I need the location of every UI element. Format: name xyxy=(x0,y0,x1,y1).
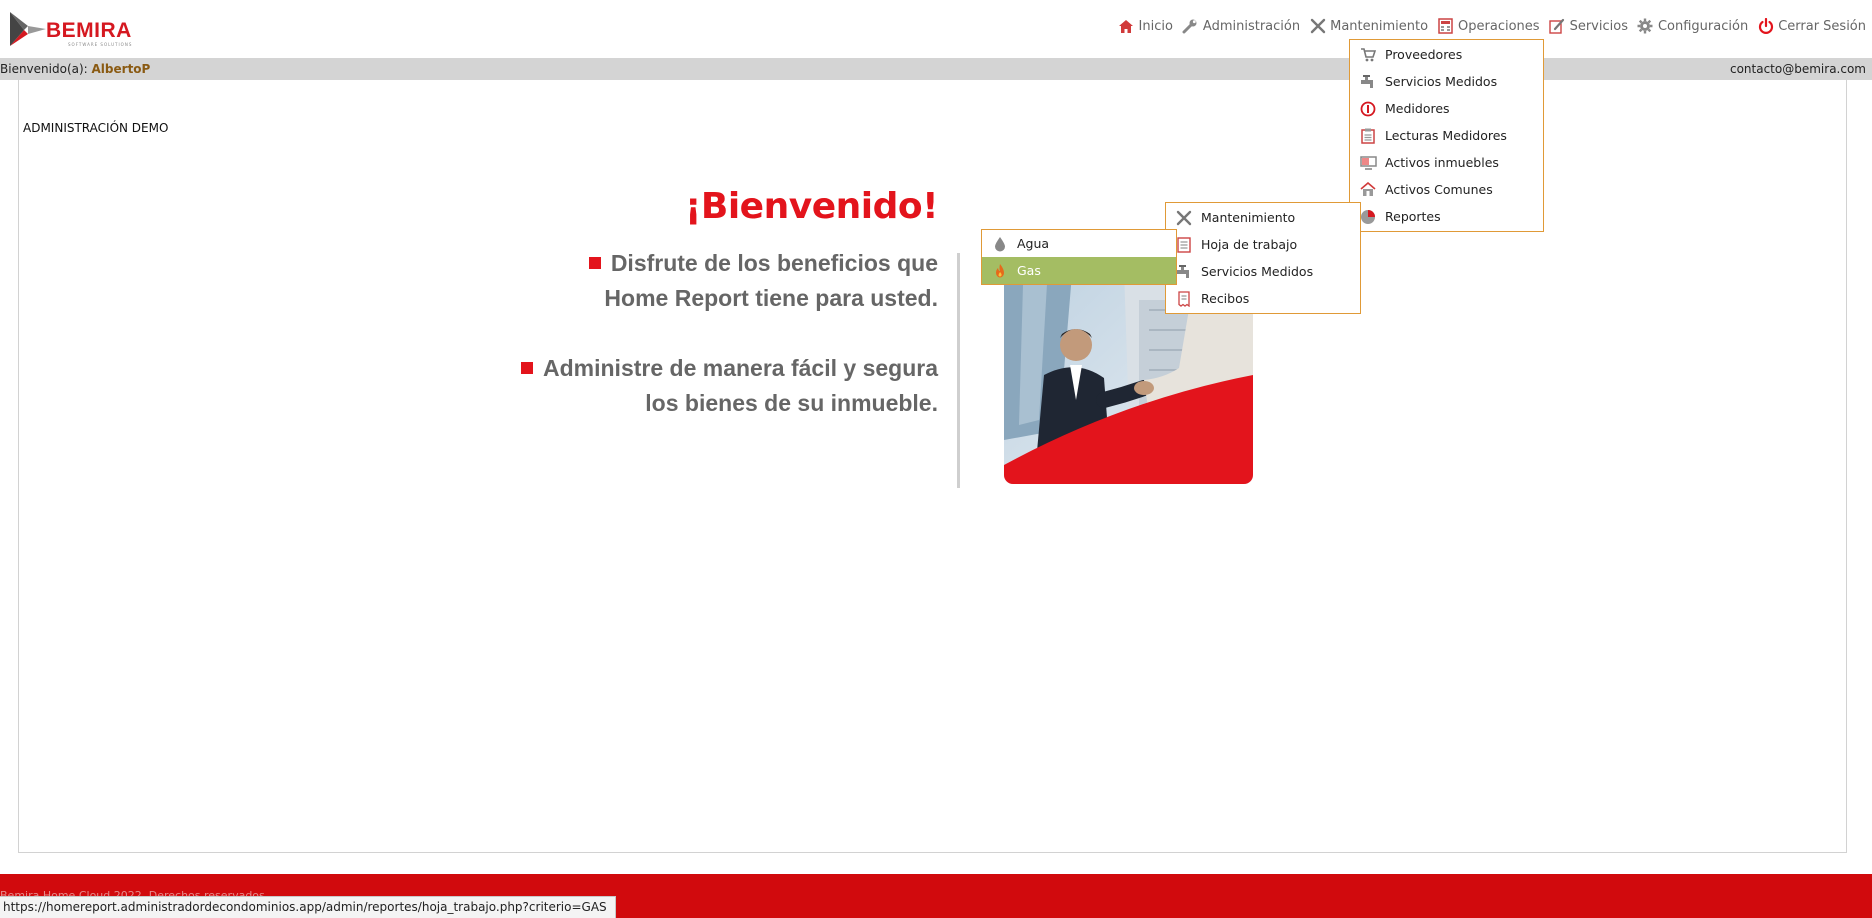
mantenimiento-dropdown: Proveedores Servicios Medidos Medidores … xyxy=(1349,39,1544,232)
gear-icon xyxy=(1637,18,1654,35)
top-navigation: Inicio Administración Mantenimiento Oper… xyxy=(1109,15,1866,37)
bemira-star-icon xyxy=(10,12,46,46)
nav-label: Mantenimiento xyxy=(1330,18,1429,34)
contact-email[interactable]: contacto@bemira.com xyxy=(1730,58,1866,80)
menu-item-proveedores[interactable]: Proveedores xyxy=(1350,41,1543,68)
nav-mantenimiento[interactable]: Mantenimiento xyxy=(1309,18,1428,35)
wrench-icon xyxy=(1182,18,1199,35)
benefit-1-line-2: Home Report tiene para usted. xyxy=(604,285,938,311)
nav-label: Servicios xyxy=(1569,18,1628,34)
benefit-2-line-2: los bienes de su inmueble. xyxy=(645,390,938,416)
nav-label: Configuración xyxy=(1657,18,1749,34)
cart-icon xyxy=(1359,46,1377,64)
nav-operaciones[interactable]: Operaciones xyxy=(1437,18,1540,35)
clipboard-icon xyxy=(1359,127,1377,145)
welcome-bar: Bienvenido(a): AlbertoP contacto@bemira.… xyxy=(0,58,1872,80)
tools-icon xyxy=(1309,18,1326,35)
nav-administracion[interactable]: Administración xyxy=(1182,18,1300,35)
water-drop-icon xyxy=(991,235,1009,253)
brand-name: BEMIRA xyxy=(46,19,132,42)
welcome-prefix: Bienvenido(a): xyxy=(0,62,92,76)
submenu-item-label: Agua xyxy=(1017,236,1050,251)
bullet-square xyxy=(521,362,533,374)
submenu-item-recibos[interactable]: Recibos xyxy=(1166,285,1360,312)
menu-item-label: Servicios Medidos xyxy=(1385,74,1498,89)
benefit-2-line-1: Administre de manera fácil y segura xyxy=(543,355,938,381)
brand-tagline: SOFTWARE SOLUTIONS xyxy=(68,42,133,47)
vertical-divider xyxy=(957,253,960,488)
meter-icon xyxy=(1359,100,1377,118)
submenu-item-gas[interactable]: Gas xyxy=(982,257,1176,284)
admin-label: ADMINISTRACIÓN DEMO xyxy=(23,121,169,135)
bemira-logo[interactable]: BEMIRA SOFTWARE SOLUTIONS xyxy=(6,10,136,47)
menu-item-label: Reportes xyxy=(1385,209,1441,224)
submenu-item-label: Recibos xyxy=(1201,291,1250,306)
benefit-2: Administre de manera fácil y segura los … xyxy=(521,351,938,421)
bullet-square xyxy=(588,257,601,269)
nav-inicio[interactable]: Inicio xyxy=(1118,18,1173,35)
house-icon xyxy=(1359,181,1377,199)
submenu-item-mantenimiento[interactable]: Mantenimiento xyxy=(1166,204,1360,231)
nav-servicios[interactable]: Servicios xyxy=(1549,18,1628,35)
menu-item-medidores[interactable]: Medidores xyxy=(1350,95,1543,122)
submenu-item-agua[interactable]: Agua xyxy=(982,230,1176,257)
faucet-icon xyxy=(1359,73,1377,91)
edit-icon xyxy=(1549,18,1566,35)
power-icon xyxy=(1757,18,1774,35)
nav-label: Inicio xyxy=(1138,18,1173,34)
servicios-medidos-submenu: Agua Gas xyxy=(981,229,1177,285)
submenu-item-label: Gas xyxy=(1017,263,1041,278)
menu-item-label: Activos Comunes xyxy=(1385,182,1493,197)
menu-item-activos-inmuebles[interactable]: Activos inmuebles xyxy=(1350,149,1543,176)
tools-icon xyxy=(1175,209,1193,227)
monitor-icon xyxy=(1359,154,1377,172)
submenu-item-label: Hoja de trabajo xyxy=(1201,237,1298,252)
flame-icon xyxy=(991,262,1009,280)
nav-label: Operaciones xyxy=(1458,18,1540,34)
submenu-item-servicios-medidos[interactable]: Servicios Medidos xyxy=(1166,258,1360,285)
menu-item-label: Proveedores xyxy=(1385,47,1463,62)
menu-item-reportes[interactable]: Reportes xyxy=(1350,203,1543,230)
header: BEMIRA SOFTWARE SOLUTIONS Inicio Adminis… xyxy=(0,0,1872,58)
document-icon xyxy=(1175,236,1193,254)
welcome-message: Bienvenido(a): AlbertoP xyxy=(0,58,150,80)
menu-item-servicios-medidos[interactable]: Servicios Medidos xyxy=(1350,68,1543,95)
menu-item-label: Activos inmuebles xyxy=(1385,155,1499,170)
menu-item-label: Lecturas Medidores xyxy=(1385,128,1507,143)
chart-pie-icon xyxy=(1359,208,1377,226)
home-icon xyxy=(1118,18,1135,35)
nav-label: Cerrar Sesión xyxy=(1778,18,1866,34)
status-bar-url: https://homereport.administradordecondom… xyxy=(0,896,616,918)
reportes-submenu: Mantenimiento Hoja de trabajo Servicios … xyxy=(1165,202,1361,314)
nav-label: Administración xyxy=(1202,18,1301,34)
submenu-item-label: Servicios Medidos xyxy=(1201,264,1314,279)
benefit-1: Disfrute de los beneficios que Home Repo… xyxy=(588,246,938,316)
receipt-icon xyxy=(1175,290,1193,308)
benefit-1-line-1: Disfrute de los beneficios que xyxy=(610,250,938,276)
welcome-headline: ¡Bienvenido! xyxy=(684,186,939,227)
calculator-icon xyxy=(1437,18,1454,35)
username: AlbertoP xyxy=(91,62,151,76)
submenu-item-hoja-de-trabajo[interactable]: Hoja de trabajo xyxy=(1166,231,1360,258)
submenu-item-label: Mantenimiento xyxy=(1201,210,1296,225)
nav-cerrar-sesion[interactable]: Cerrar Sesión xyxy=(1757,18,1866,35)
menu-item-activos-comunes[interactable]: Activos Comunes xyxy=(1350,176,1543,203)
menu-item-lecturas-medidores[interactable]: Lecturas Medidores xyxy=(1350,122,1543,149)
faucet-icon xyxy=(1175,263,1193,281)
nav-configuracion[interactable]: Configuración xyxy=(1637,18,1748,35)
menu-item-label: Medidores xyxy=(1385,101,1450,116)
